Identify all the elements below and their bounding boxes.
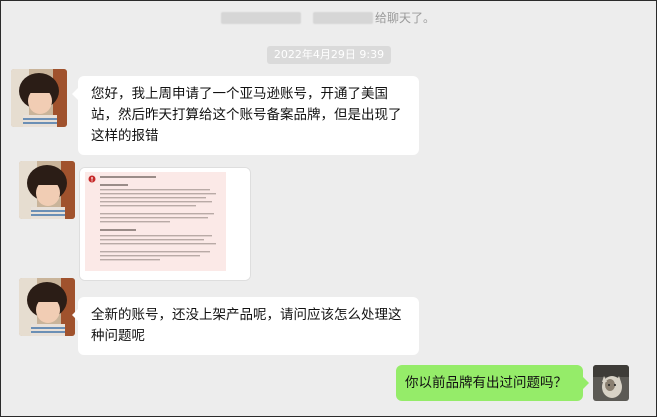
chat-window: 给聊天了。 2022年4月29日 9:39 您好，我上周申请了一个亚马逊账号，开… — [0, 0, 657, 417]
incoming-message-bubble[interactable]: 您好，我上周申请了一个亚马逊账号，开通了美国站，然后昨天打算给这个账号备案品牌，… — [72, 76, 419, 155]
message-text: 您好，我上周申请了一个亚马逊账号，开通了美国站，然后昨天打算给这个账号备案品牌，… — [91, 86, 402, 144]
system-notice: 给聊天了。 — [221, 10, 435, 26]
my-avatar[interactable] — [593, 365, 629, 401]
message-text: 全新的账号，还没上架产品呢，请问应该怎么处理这种问题呢 — [91, 307, 402, 344]
child-photo-icon — [11, 69, 67, 127]
image-message[interactable] — [79, 167, 251, 281]
system-notice-text: 给聊天了。 — [375, 11, 436, 25]
contact-avatar[interactable] — [19, 278, 75, 336]
contact-avatar[interactable] — [11, 69, 67, 127]
outgoing-message-bubble[interactable]: 你以前品牌有出过问题吗？ — [396, 365, 589, 401]
redacted-name-block — [221, 12, 301, 24]
incoming-message-bubble[interactable]: 全新的账号，还没上架产品呢，请问应该怎么处理这种问题呢 — [72, 297, 419, 355]
contact-avatar[interactable] — [19, 161, 75, 219]
error-screenshot-icon — [80, 168, 250, 280]
message-timestamp: 2022年4月29日 9:39 — [267, 46, 391, 64]
child-photo-icon — [19, 278, 75, 336]
cat-photo-icon — [593, 365, 629, 401]
message-text: 你以前品牌有出过问题吗？ — [405, 375, 567, 391]
redacted-name-block — [313, 12, 373, 24]
child-photo-icon — [19, 161, 75, 219]
